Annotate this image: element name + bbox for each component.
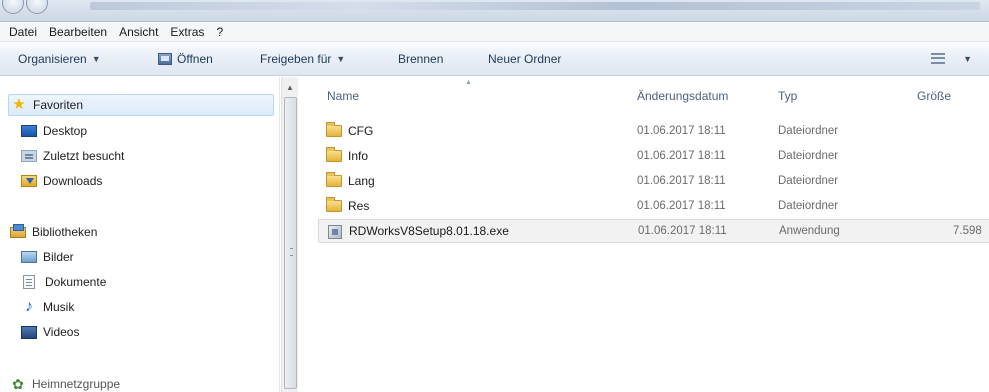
view-options-icon[interactable] [931, 53, 945, 64]
music-icon: ♪ [25, 298, 33, 315]
nav-item-label: Musik [43, 300, 75, 314]
open-label: Öffnen [177, 52, 213, 66]
nav-libraries[interactable]: Bibliotheken [10, 221, 97, 243]
file-date: 01.06.2017 18:11 [637, 150, 726, 162]
folder-icon [326, 147, 342, 162]
file-size: 7.598 [953, 225, 982, 237]
nav-homegroup-label: Heimnetzgruppe [32, 377, 121, 391]
column-header-type[interactable]: Typ [778, 89, 797, 103]
title-bar [0, 0, 989, 22]
documents-icon [23, 275, 35, 289]
file-type: Dateiordner [778, 125, 839, 137]
recent-places-icon [21, 150, 37, 162]
nav-item-recent[interactable]: Zuletzt besucht [21, 145, 124, 167]
file-name: Res [348, 199, 370, 213]
column-type-label: Typ [778, 89, 798, 103]
file-row-setup-exe[interactable]: RDWorksV8Setup8.01.18.exe 01.06.2017 18:… [318, 219, 989, 243]
star-icon: ★ [12, 96, 26, 113]
column-header-name[interactable]: Name [327, 89, 359, 103]
file-date: 01.06.2017 18:11 [637, 125, 726, 137]
organize-label: Organisieren [18, 52, 87, 66]
folder-icon [326, 122, 342, 137]
chevron-down-icon: ▼ [336, 54, 346, 64]
file-type: Dateiordner [778, 175, 839, 187]
application-icon [328, 225, 342, 239]
new-folder-label: Neuer Ordner [488, 52, 562, 66]
nav-item-desktop[interactable]: Desktop [21, 120, 87, 142]
nav-item-documents[interactable]: Dokumente [23, 271, 106, 293]
share-button[interactable]: Freigeben für ▼ [260, 52, 345, 66]
file-date: 01.06.2017 18:11 [638, 225, 727, 237]
nav-item-label: Dokumente [45, 275, 107, 289]
scrollbar-thumb[interactable] [284, 97, 297, 389]
column-header-size[interactable]: Größe [917, 89, 951, 103]
open-button[interactable]: Öffnen [158, 52, 213, 66]
file-type: Dateiordner [778, 200, 839, 212]
nav-item-label: Bilder [43, 250, 74, 264]
library-icon [10, 223, 26, 238]
back-button[interactable] [2, 0, 24, 14]
nav-item-music[interactable]: ♪ Musik [21, 296, 74, 318]
file-row-lang[interactable]: Lang 01.06.2017 18:11 Dateiordner [318, 169, 989, 193]
nav-scrollbar[interactable]: ▲ [281, 77, 298, 392]
command-toolbar: Organisieren ▼ Öffnen Freigeben für ▼ Br… [0, 42, 989, 76]
file-type: Anwendung [779, 225, 840, 237]
videos-icon [21, 325, 37, 339]
nav-favorites[interactable]: ★ Favoriten [8, 94, 274, 116]
nav-item-label: Desktop [43, 124, 88, 138]
homegroup-icon: ✿ [12, 376, 24, 392]
menu-bar: Datei Bearbeiten Ansicht Extras ? [0, 22, 989, 42]
column-size-label: Größe [917, 89, 952, 103]
scroll-up-icon[interactable]: ▲ [286, 83, 294, 92]
burn-button[interactable]: Brennen [398, 52, 443, 66]
column-name-label: Name [327, 89, 360, 103]
file-name: Info [348, 149, 369, 163]
file-row-info[interactable]: Info 01.06.2017 18:11 Dateiordner [318, 144, 989, 168]
forward-button[interactable] [26, 0, 48, 14]
pictures-icon [21, 251, 37, 263]
navigation-pane: ★ Favoriten Desktop Zuletzt besucht Down… [0, 77, 280, 392]
file-name: RDWorksV8Setup8.01.18.exe [349, 224, 509, 238]
sort-ascending-icon: ▲ [465, 79, 472, 86]
nav-item-pictures[interactable]: Bilder [21, 246, 74, 268]
downloads-icon [21, 175, 37, 187]
menu-help[interactable]: ? [216, 25, 223, 39]
share-label: Freigeben für [260, 52, 332, 66]
menu-bearbeiten[interactable]: Bearbeiten [49, 25, 107, 39]
chevron-down-icon: ▼ [91, 54, 101, 64]
nav-item-downloads[interactable]: Downloads [21, 170, 102, 192]
file-name: CFG [348, 124, 374, 138]
nav-libraries-label: Bibliotheken [32, 225, 98, 239]
column-header-date[interactable]: Änderungsdatum [637, 89, 728, 103]
new-folder-button[interactable]: Neuer Ordner [488, 52, 561, 66]
nav-item-label: Downloads [43, 174, 103, 188]
file-name: Lang [348, 174, 375, 188]
menu-extras[interactable]: Extras [170, 25, 204, 39]
desktop-icon [21, 125, 37, 137]
menu-datei[interactable]: Datei [9, 25, 37, 39]
nav-item-label: Videos [43, 325, 80, 339]
folder-icon [326, 172, 342, 187]
address-bar[interactable] [90, 2, 980, 10]
nav-item-label: Zuletzt besucht [43, 149, 125, 163]
organize-button[interactable]: Organisieren ▼ [18, 52, 101, 66]
file-row-cfg[interactable]: CFG 01.06.2017 18:11 Dateiordner [318, 119, 989, 143]
nav-homegroup[interactable]: ✿ Heimnetzgruppe [10, 373, 120, 392]
file-type: Dateiordner [778, 150, 839, 162]
file-date: 01.06.2017 18:11 [637, 175, 726, 187]
folder-icon [326, 197, 342, 212]
menu-ansicht[interactable]: Ansicht [119, 25, 158, 39]
grip-icon [290, 248, 293, 256]
file-date: 01.06.2017 18:11 [637, 200, 726, 212]
file-list: Name ▲ Änderungsdatum Typ Größe CFG 01.0… [298, 77, 989, 392]
file-row-res[interactable]: Res 01.06.2017 18:11 Dateiordner [318, 194, 989, 218]
column-date-label: Änderungsdatum [637, 89, 729, 103]
open-icon [158, 53, 172, 65]
chevron-down-icon[interactable]: ▼ [963, 54, 972, 64]
nav-favorites-label: Favoriten [33, 98, 84, 112]
nav-item-videos[interactable]: Videos [21, 321, 79, 343]
burn-label: Brennen [398, 52, 444, 66]
